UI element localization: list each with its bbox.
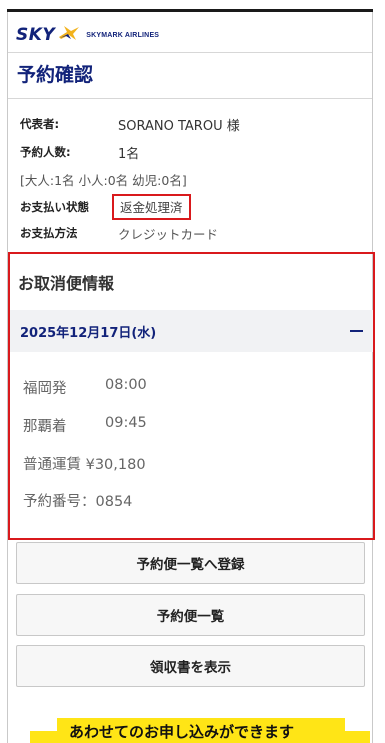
flight-date-header[interactable]: 2025年12月17日(水) [10, 310, 373, 352]
representative-label: 代表者: [20, 117, 60, 131]
promo-banner[interactable]: あわせてのお申し込みができます [57, 718, 345, 743]
passenger-breakdown: [大人:1名 小人:0名 幼児:0名] [20, 172, 187, 188]
fare-row: 普通運賃 ¥30,180 [23, 453, 146, 474]
banner-edge [30, 731, 57, 743]
booking-number: 予約番号：0854 [23, 494, 133, 510]
arrival-label: 那覇着 [23, 419, 67, 435]
passenger-breakdown-row: [大人:1名 小人:0名 幼児:0名] [20, 169, 187, 189]
representative-value: SORANO TAROU 様 [118, 118, 240, 134]
passenger-count-row: 予約人数: 1名 [20, 142, 139, 162]
representative-row: 代表者: SORANO TAROU 様 [20, 114, 240, 134]
payment-status-row: お支払い状態 返金処理済 [20, 194, 191, 220]
brand-airline-name: SKYMARK AIRLINES [86, 31, 160, 39]
arrival-time: 09:45 [105, 415, 147, 431]
payment-method-value: クレジットカード [118, 226, 219, 242]
departure-row: 福岡発 08:00 [23, 377, 147, 398]
passenger-count-label: 予約人数: [20, 145, 71, 159]
departure-label: 福岡発 [23, 381, 67, 397]
passenger-count-value: 1名 [118, 146, 140, 162]
cancelled-flight-title: お取消便情報 [18, 274, 115, 293]
brand-logo[interactable]: SKY SKYMARK AIRLINES [16, 22, 159, 48]
top-bar [7, 9, 373, 12]
divider [8, 98, 372, 99]
booking-number-row: 予約番号：0854 [23, 490, 132, 511]
payment-status-badge: 返金処理済 [112, 194, 191, 220]
departure-time: 08:00 [105, 377, 147, 393]
payment-method-label: お支払方法 [20, 226, 78, 240]
brand-sky-text: SKY [16, 25, 56, 45]
bird-logo-icon [58, 25, 80, 45]
banner-edge [345, 731, 370, 743]
page-title: 予約確認 [17, 64, 94, 86]
booking-list-button[interactable]: 予約便一覧 [16, 594, 365, 636]
flight-date: 2025年12月17日(水) [20, 325, 157, 341]
payment-status-label: お支払い状態 [20, 200, 89, 214]
cancelled-flight-panel: お取消便情報 2025年12月17日(水) 福岡発 08:00 那覇着 09:4… [8, 252, 375, 540]
fare-text: 普通運賃 ¥30,180 [23, 457, 146, 473]
register-to-list-button[interactable]: 予約便一覧へ登録 [16, 542, 365, 584]
promo-banner-text: あわせてのお申し込みができます [69, 723, 295, 741]
payment-method-row: お支払方法 クレジットカード [20, 223, 218, 243]
arrival-row: 那覇着 09:45 [23, 415, 147, 436]
collapse-icon[interactable] [350, 330, 363, 332]
divider [8, 52, 372, 53]
show-receipt-button[interactable]: 領収書を表示 [16, 645, 365, 687]
